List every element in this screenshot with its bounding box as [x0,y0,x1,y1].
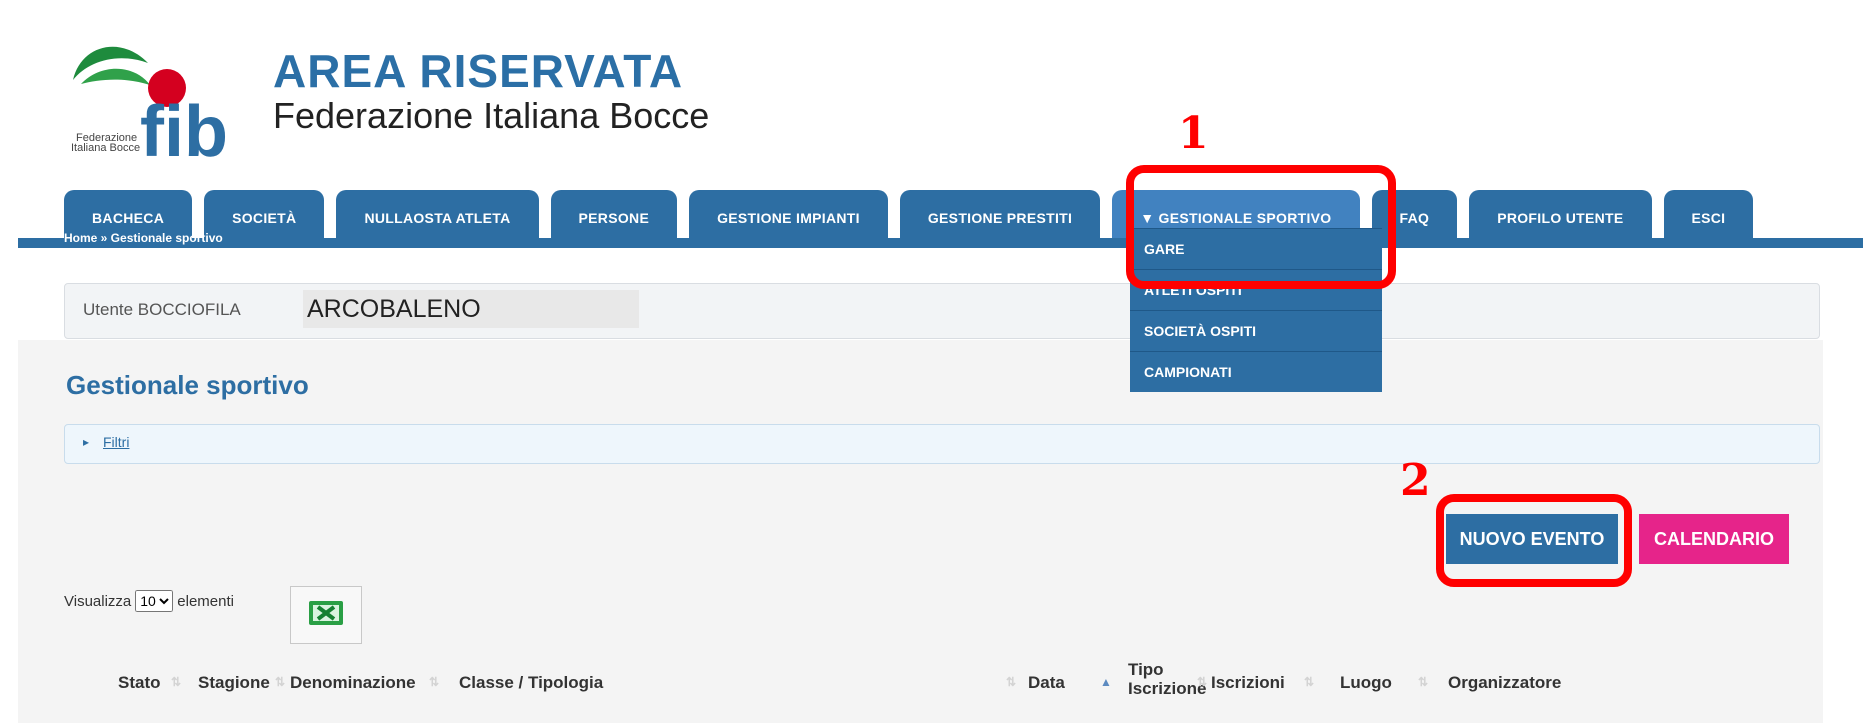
column-luogo[interactable]: Luogo [1340,673,1392,693]
highlight-box-2 [1436,494,1632,587]
page-title: Gestionale sportivo [66,370,309,400]
sort-icon: ⇅ [429,675,440,689]
navbar-strip [18,238,1863,248]
entries-prefix: Visualizza [64,592,132,610]
page: Federazione Italiana Bocce fib AREA RISE… [18,0,1863,723]
column-organizzatore[interactable]: Organizzatore [1448,673,1561,693]
column-classe-tipologia[interactable]: Classe / Tipologia [459,673,603,693]
header: Federazione Italiana Bocce fib AREA RISE… [18,0,1823,190]
svg-text:Italiana Bocce: Italiana Bocce [71,142,140,154]
filters-panel[interactable]: ▸ Filtri [64,424,1820,464]
user-value: ARCOBALENO [303,290,639,328]
user-label: Utente BOCCIOFILA [83,300,241,319]
breadcrumb: Home » Gestionale sportivo [64,231,223,245]
sort-up-icon: ▲ [1100,675,1112,689]
highlight-box-1 [1126,165,1396,289]
brand-subtitle: Federazione Italiana Bocce [273,95,710,136]
calendar-button[interactable]: CALENDARIO [1639,514,1789,564]
annotation-number-2: 2 [1400,455,1431,506]
filters-link[interactable]: Filtri [103,434,129,450]
sort-icon: ⇅ [1197,675,1208,689]
menu-item-campionati[interactable]: CAMPIONATI [1130,351,1382,392]
sort-icon: ⇅ [1304,675,1315,689]
sort-icon: ⇅ [1418,675,1429,689]
table-header: Stato ⇅ Stagione ⇅ Denominazione ⇅ Class… [18,660,1863,710]
annotation-number-1: 1 [1178,108,1209,159]
entries-suffix: elementi [177,592,234,610]
entries-select[interactable]: 10 [135,590,174,612]
column-denominazione[interactable]: Denominazione [290,673,416,693]
column-stagione[interactable]: Stagione [198,673,270,693]
sort-icon: ⇅ [171,675,182,689]
user-box: Utente BOCCIOFILA ARCOBALENO [64,283,1820,339]
entries-control: Visualizza 10 elementi [64,590,234,612]
svg-text:fib: fib [140,92,228,172]
column-stato[interactable]: Stato [118,673,161,693]
column-data[interactable]: Data [1028,673,1065,693]
expand-arrow-icon: ▸ [83,435,90,449]
excel-icon [309,600,343,630]
brand-title: AREA RISERVATA [273,45,684,97]
fib-logo: Federazione Italiana Bocce fib [63,30,263,180]
sort-icon: ⇅ [1006,675,1017,689]
menu-item-societa-ospiti[interactable]: SOCIETÀ OSPITI [1130,310,1382,351]
sort-icon: ⇅ [275,675,286,689]
excel-export-button[interactable] [290,586,362,644]
column-tipo[interactable]: Tipo [1128,660,1164,680]
column-iscrizione[interactable]: Iscrizione [1128,679,1206,699]
column-iscrizioni[interactable]: Iscrizioni [1211,673,1285,693]
